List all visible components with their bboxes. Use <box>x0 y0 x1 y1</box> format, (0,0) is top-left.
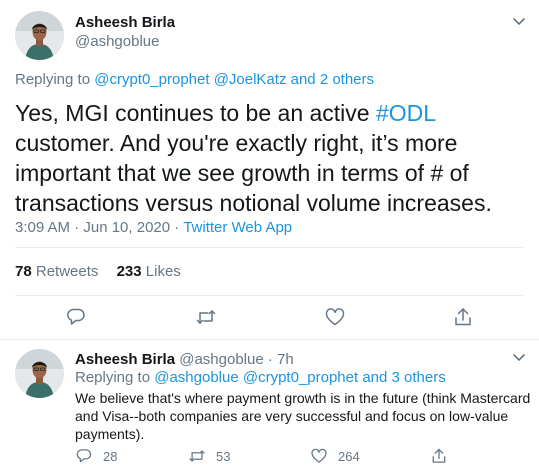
replying-user-link[interactable]: @JoelKatz <box>214 71 287 88</box>
replying-user-link[interactable]: @crypt0_prophet <box>243 369 358 386</box>
timestamp[interactable]: 3:09 AM · Jun 10, 2020 <box>15 219 170 236</box>
replying-user-link[interactable]: @ashgoblue <box>154 369 238 386</box>
meta-separator: · <box>174 219 180 236</box>
reply-author-name[interactable]: Asheesh Birla <box>75 351 175 368</box>
likes-label: Likes <box>145 263 181 280</box>
replying-prefix: Replying to <box>75 369 151 386</box>
divider <box>15 295 524 296</box>
like-icon[interactable] <box>324 306 346 328</box>
reply-like-button[interactable]: 264 <box>310 446 360 466</box>
retweet-count: 53 <box>216 448 231 464</box>
reply-author-handle[interactable]: @ashgoblue <box>179 351 263 368</box>
reply-icon[interactable] <box>65 306 87 328</box>
replying-others-link[interactable]: and 3 others <box>362 369 445 386</box>
author-avatar[interactable] <box>15 11 64 60</box>
reply-header: Asheesh Birla @ashgoblue · 7h <box>75 351 294 368</box>
chevron-down-icon[interactable] <box>509 350 529 366</box>
like-count: 264 <box>338 448 360 464</box>
reply-share-button[interactable] <box>430 446 458 466</box>
tweet-text: Yes, MGI continues to be an active #ODL … <box>15 98 535 218</box>
replying-to: Replying to @crypt0_prophet @JoelKatz an… <box>15 71 374 88</box>
reply-count: 28 <box>103 448 118 464</box>
likes-stat[interactable]: 233 Likes <box>117 263 181 280</box>
reply-author-avatar[interactable] <box>15 349 64 398</box>
main-tweet: Asheesh Birla @ashgoblue Replying to @cr… <box>0 0 539 340</box>
tweet-text-part: Yes, MGI continues to be an active <box>15 100 376 126</box>
reply-reply-button[interactable]: 28 <box>75 446 117 466</box>
reply-text: We believe that's where payment growth i… <box>75 390 531 442</box>
replying-prefix: Replying to <box>15 71 91 88</box>
chevron-down-icon[interactable] <box>509 14 529 30</box>
replying-user-link[interactable]: @crypt0_prophet <box>94 71 209 88</box>
like-icon <box>311 448 327 463</box>
tweet-meta: 3:09 AM · Jun 10, 2020 · Twitter Web App <box>15 219 292 236</box>
reply-icon <box>76 449 92 463</box>
reply-time[interactable]: · 7h <box>268 351 294 368</box>
share-icon[interactable] <box>452 306 474 328</box>
divider <box>15 247 524 248</box>
tweet-stats: 78 Retweets 233 Likes <box>15 263 195 280</box>
reply-retweet-button[interactable]: 53 <box>188 446 230 466</box>
replying-others-link[interactable]: and 2 others <box>291 71 374 88</box>
hashtag-link[interactable]: #ODL <box>376 100 435 126</box>
retweets-label: Retweets <box>35 263 99 280</box>
reply-replying-to: Replying to @ashgoblue @crypt0_prophet a… <box>75 369 446 386</box>
retweets-stat[interactable]: 78 Retweets <box>15 263 98 280</box>
likes-count: 233 <box>116 263 142 280</box>
author-handle[interactable]: @ashgoblue <box>75 33 159 50</box>
share-icon <box>432 448 446 463</box>
source-link[interactable]: Twitter Web App <box>183 219 292 236</box>
retweet-icon <box>189 450 205 462</box>
author-name[interactable]: Asheesh Birla <box>75 14 175 31</box>
tweet-text-part: customer. And you're exactly right, it’s… <box>15 130 492 216</box>
retweets-count: 78 <box>15 263 32 280</box>
retweet-icon[interactable] <box>195 306 217 328</box>
